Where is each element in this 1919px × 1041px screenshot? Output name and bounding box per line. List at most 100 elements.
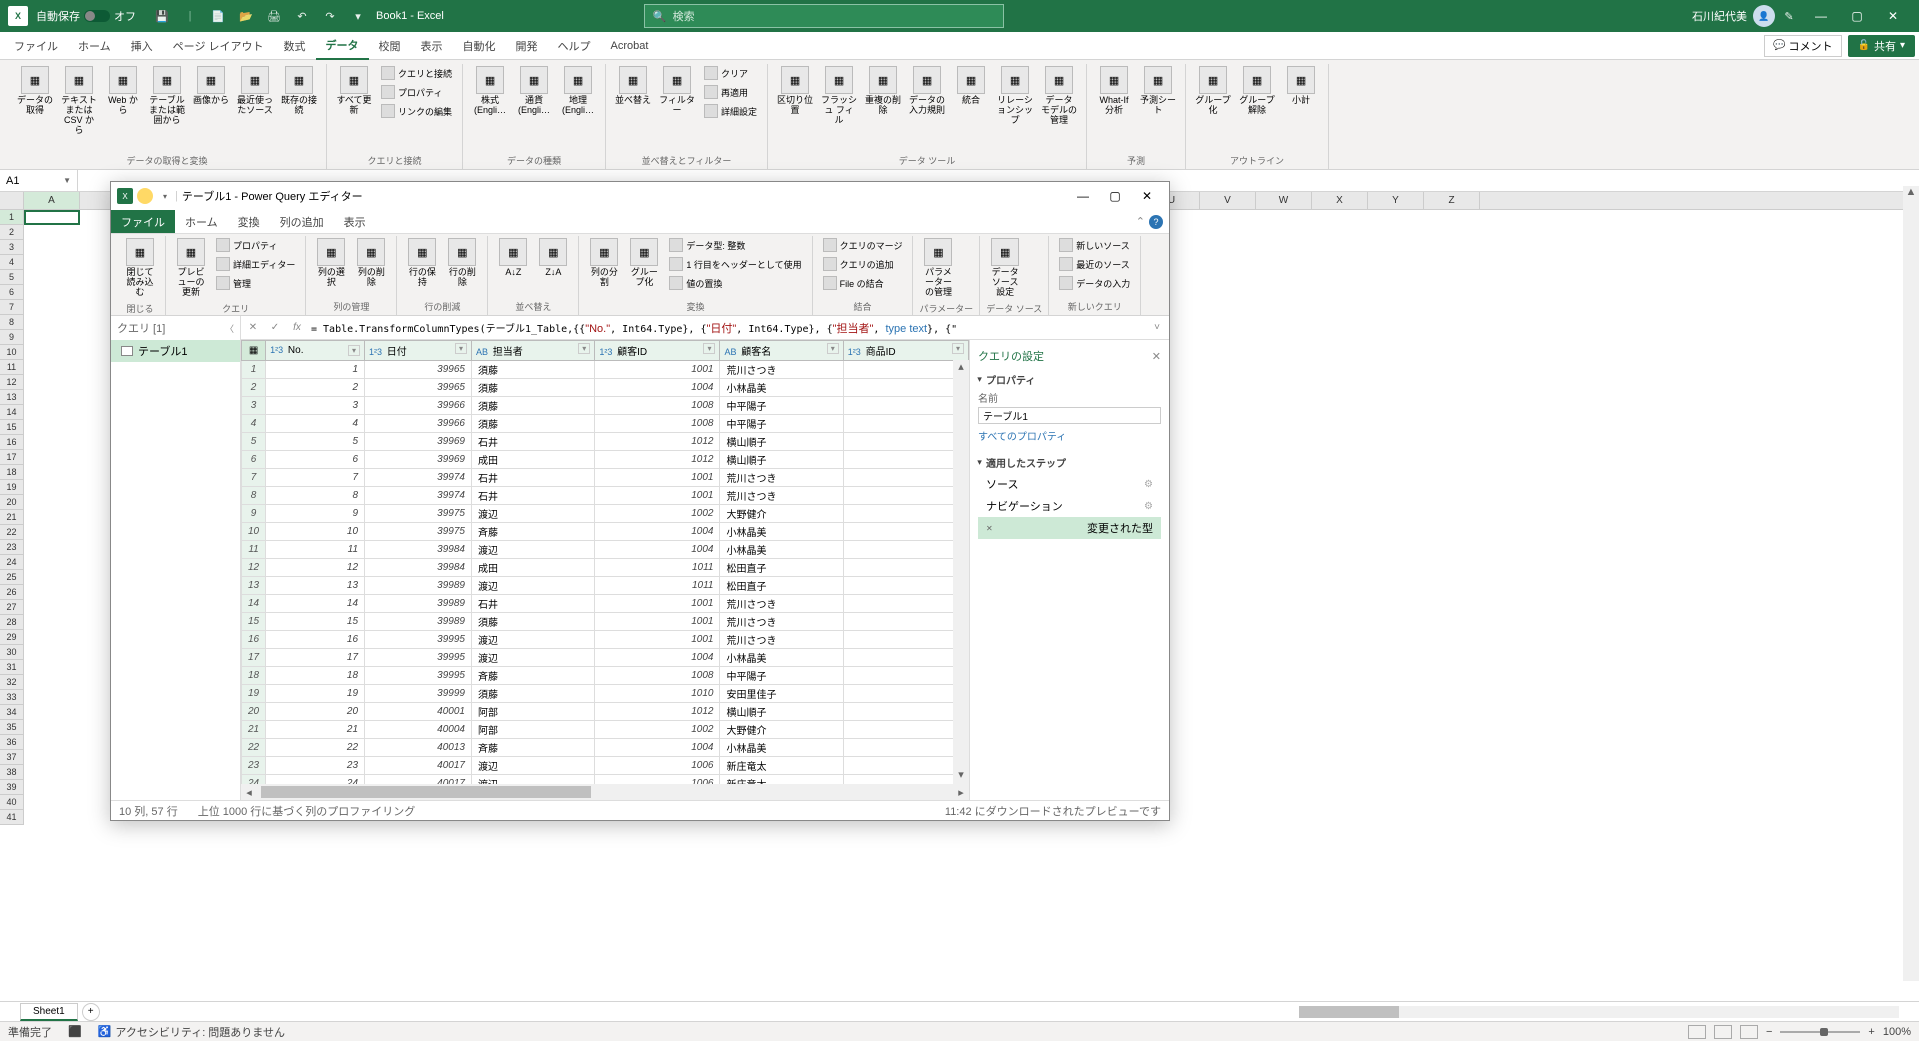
horizontal-scrollbar[interactable] [1299,1006,1899,1018]
cell[interactable]: 渡辺 [471,649,594,667]
cell[interactable] [843,559,968,577]
ribbon-button[interactable]: ▦グループ解除 [1236,64,1278,118]
cell[interactable]: 39969 [365,433,472,451]
cell[interactable]: 39995 [365,649,472,667]
toggle-switch[interactable] [84,10,110,22]
ribbon-button[interactable]: ▦テキストまたは CSV から [58,64,100,138]
ribbon-tab-自動化[interactable]: 自動化 [453,33,506,59]
autosave-toggle[interactable]: 自動保存 オフ [36,8,136,24]
accept-icon[interactable]: ✓ [267,320,283,336]
cell[interactable] [843,631,968,649]
cell[interactable]: 1001 [595,613,720,631]
name-box[interactable]: A1▼ [0,170,78,191]
pq-data-row[interactable]: 151539989須藤1001荒川さつき [242,613,969,631]
sheet-tab[interactable]: Sheet1 [20,1003,78,1021]
pq-data-row[interactable]: 4439966須藤1008中平陽子 [242,415,969,433]
all-properties-link[interactable]: すべてのプロパティ [978,428,1161,443]
cell[interactable]: 1006 [595,757,720,775]
pq-data-row[interactable]: 141439989石井1001荒川さつき [242,595,969,613]
cell[interactable]: 40001 [365,703,472,721]
cell[interactable]: 4 [266,415,365,433]
cell[interactable]: 須藤 [471,685,594,703]
cell[interactable] [843,487,968,505]
search-box[interactable]: 🔍 検索 [644,4,1004,28]
row-header[interactable]: 40 [0,795,23,810]
row-number[interactable]: 2 [242,379,266,397]
cell[interactable]: 阿部 [471,721,594,739]
print-icon[interactable]: 🖨 [266,8,282,24]
macro-record-icon[interactable]: ⬛ [68,1025,82,1038]
pq-ribbon-button[interactable]: ▦閉じて読み込む [121,236,159,300]
pq-ribbon-button[interactable]: ▦列の選択 [312,236,350,290]
row-number[interactable]: 21 [242,721,266,739]
cell[interactable]: 1001 [595,631,720,649]
new-file-icon[interactable]: 📄 [210,8,226,24]
cell[interactable]: 1004 [595,379,720,397]
scroll-right-icon[interactable]: ▸ [953,786,969,799]
cell[interactable] [843,379,968,397]
ribbon-button[interactable]: ▦データの取得 [14,64,56,118]
cell[interactable]: 1010 [595,685,720,703]
cell[interactable]: 石井 [471,595,594,613]
row-number[interactable]: 15 [242,613,266,631]
row-header[interactable]: 38 [0,765,23,780]
pq-ribbon-small-button[interactable]: 最近のソース [1055,255,1134,273]
pq-column-header[interactable]: 1²3 商品ID▾ [843,341,968,361]
row-header[interactable]: 16 [0,435,23,450]
cell[interactable]: 須藤 [471,415,594,433]
ribbon-button[interactable]: ▦予測シート [1137,64,1179,118]
pq-minimize-button[interactable]: — [1067,189,1099,203]
chevron-down-icon[interactable]: ▼ [63,176,71,185]
ribbon-button[interactable]: ▦通貨 (Engli… [513,64,555,118]
formula-text[interactable]: = Table.TransformColumnTypes(テーブル1_Table… [311,320,1143,336]
pq-ribbon-button[interactable]: ▦データ ソース設定 [986,236,1024,300]
cell[interactable]: 1004 [595,523,720,541]
row-header[interactable]: 18 [0,465,23,480]
cell[interactable] [843,541,968,559]
row-number[interactable]: 5 [242,433,266,451]
cell[interactable]: 横山順子 [720,451,843,469]
cell[interactable]: 15 [266,613,365,631]
close-button[interactable]: ✕ [1875,0,1911,32]
cell[interactable]: 1001 [595,361,720,379]
row-header[interactable]: 34 [0,705,23,720]
column-header[interactable]: Z [1424,192,1480,209]
select-all-triangle[interactable] [0,192,24,210]
ribbon-collapse-icon[interactable]: ⌃ [1136,215,1145,228]
row-header[interactable]: 4 [0,255,23,270]
row-header[interactable]: 32 [0,675,23,690]
pq-ribbon-button[interactable]: ▦行の削除 [443,236,481,290]
ribbon-button[interactable]: ▦リレーションシップ [994,64,1036,128]
cell[interactable] [843,667,968,685]
column-header[interactable]: V [1200,192,1256,209]
cell[interactable]: 1011 [595,559,720,577]
pq-data-row[interactable]: 111139984渡辺1004小林晶美 [242,541,969,559]
cell[interactable] [843,739,968,757]
row-number[interactable]: 22 [242,739,266,757]
cell[interactable] [843,577,968,595]
cell[interactable]: 39989 [365,613,472,631]
pq-data-row[interactable]: 181839995斉藤1008中平陽子 [242,667,969,685]
cell[interactable]: 1012 [595,433,720,451]
cell[interactable]: 40004 [365,721,472,739]
cell[interactable]: 渡辺 [471,577,594,595]
pq-data-row[interactable]: 212140004阿部1002大野健介 [242,721,969,739]
pq-ribbon-button[interactable]: ▦列の分割 [585,236,623,290]
comments-button[interactable]: 💬 コメント [1764,35,1841,57]
cell[interactable] [843,721,968,739]
cell[interactable]: 23 [266,757,365,775]
row-header[interactable]: 26 [0,585,23,600]
cell[interactable]: 斉藤 [471,667,594,685]
add-sheet-button[interactable]: + [82,1003,100,1021]
row-header[interactable]: 8 [0,315,23,330]
pq-vertical-scrollbar[interactable]: ▴ ▾ [953,360,969,784]
gear-icon[interactable]: ⚙ [1144,501,1153,512]
row-header[interactable]: 39 [0,780,23,795]
cell[interactable]: 荒川さつき [720,631,843,649]
row-number[interactable]: 13 [242,577,266,595]
zoom-level[interactable]: 100% [1883,1026,1911,1038]
row-number[interactable]: 12 [242,559,266,577]
pq-maximize-button[interactable]: ▢ [1099,189,1131,203]
row-header[interactable]: 21 [0,510,23,525]
pq-column-header[interactable]: AB 担当者▾ [471,341,594,361]
